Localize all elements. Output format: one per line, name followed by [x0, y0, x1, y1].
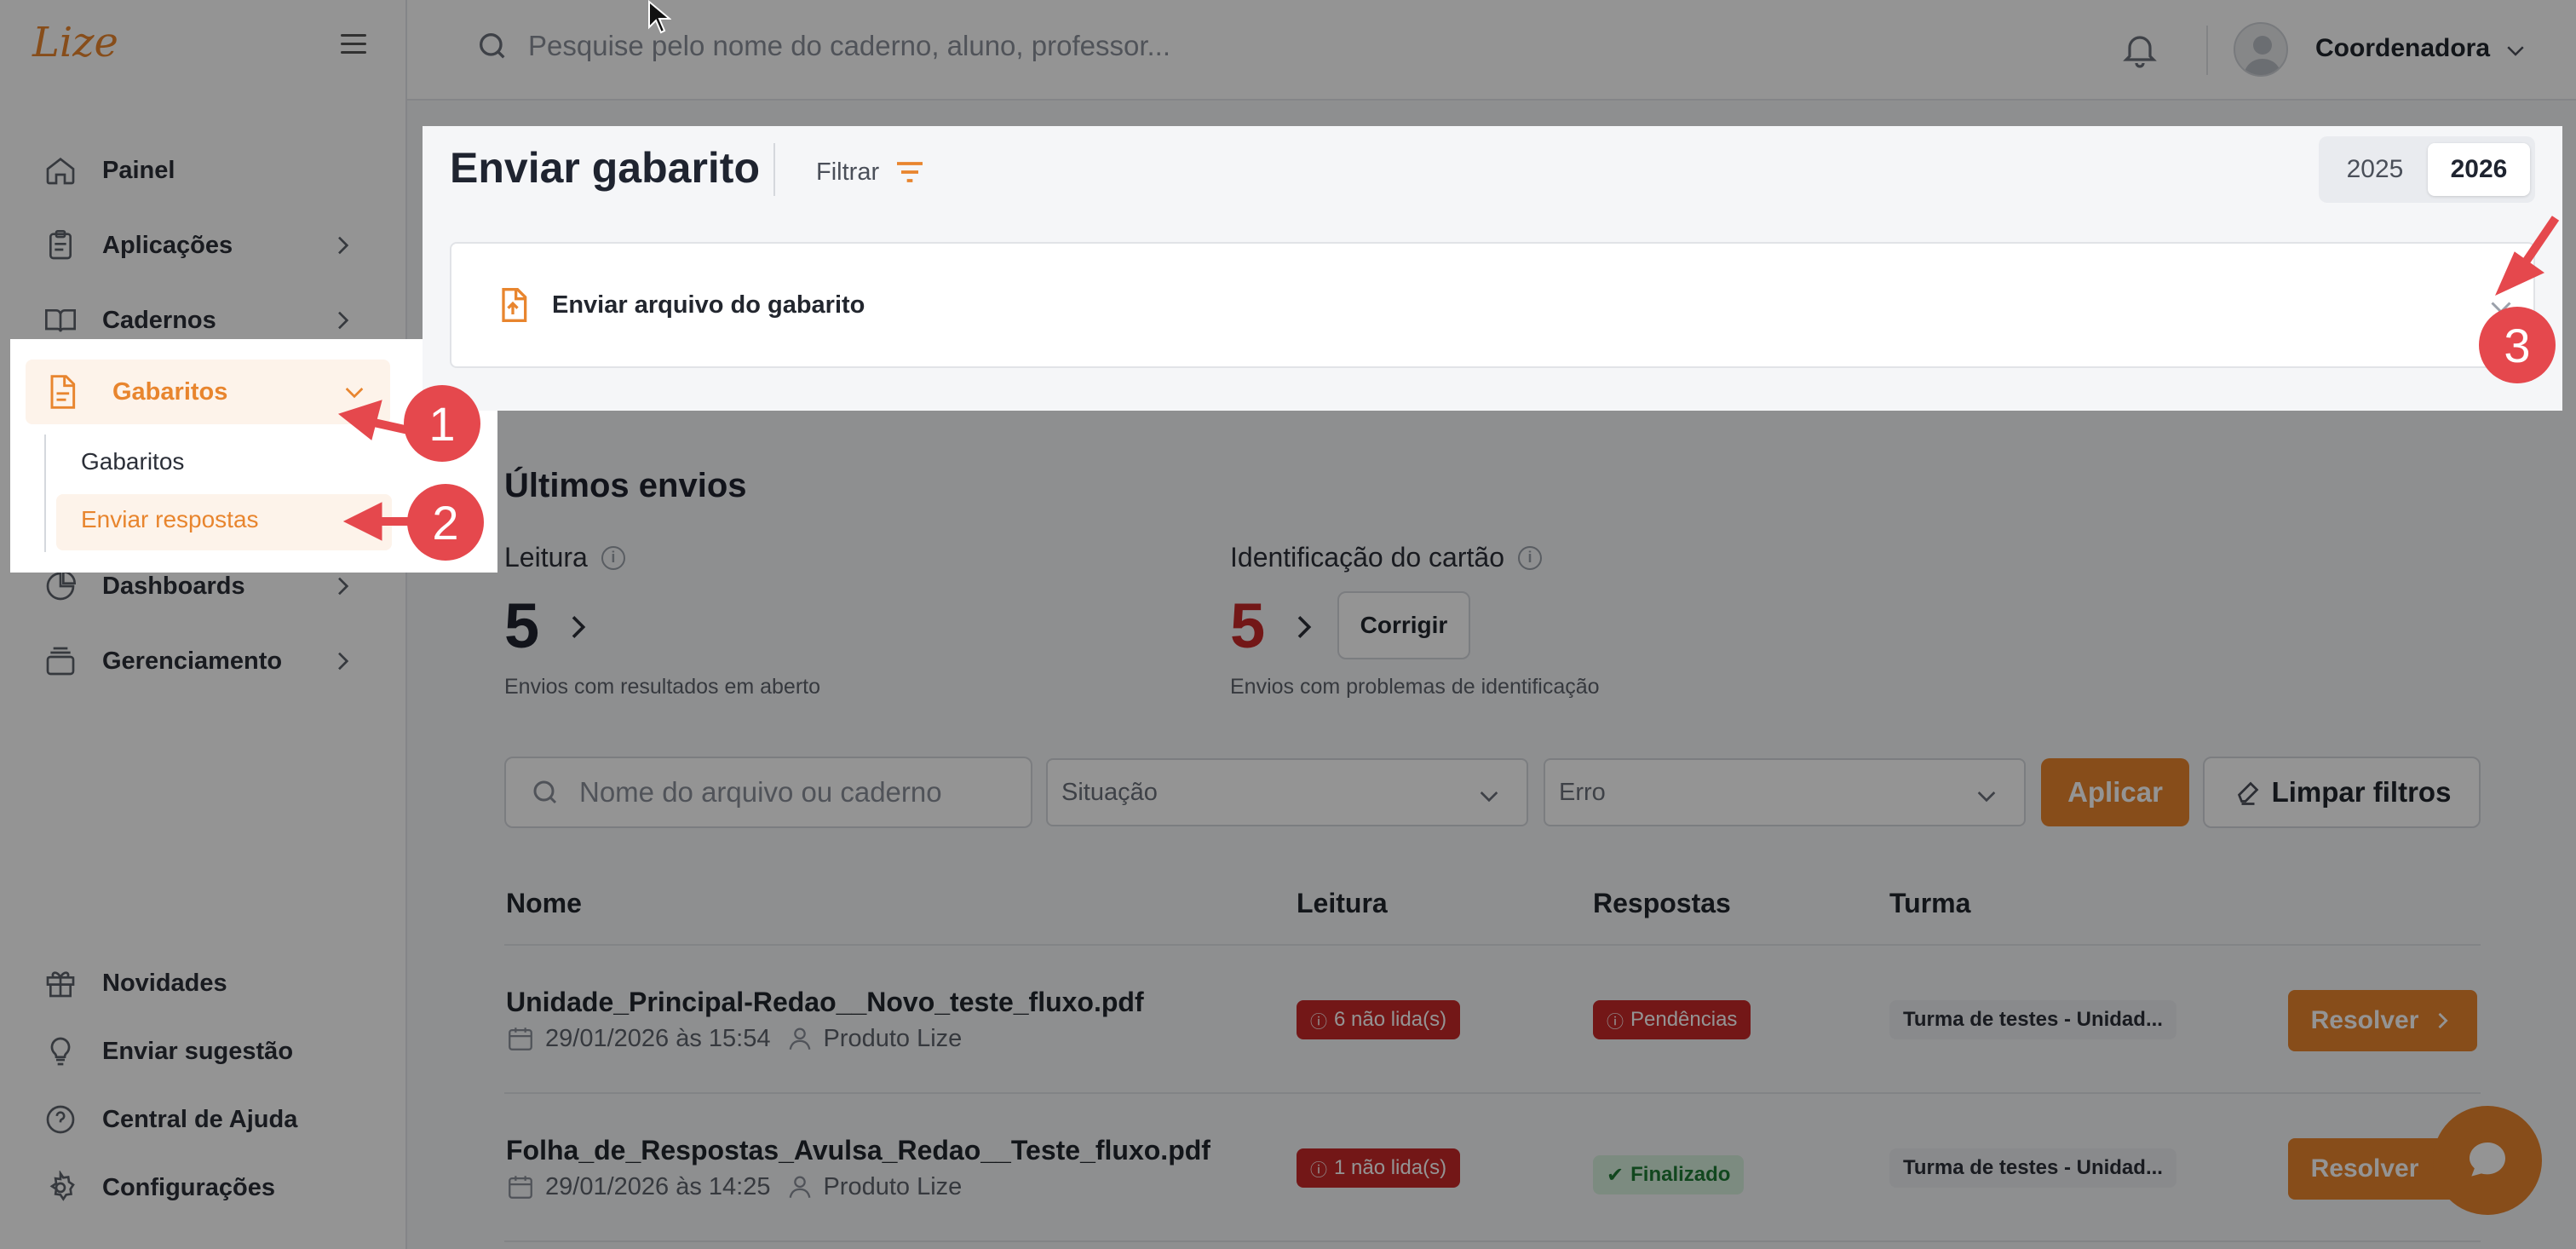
annotation-arrows — [337, 216, 2560, 541]
annotation-marker-3: 3 — [2479, 307, 2556, 383]
arrow-1 — [337, 400, 414, 440]
annotation-marker-2: 2 — [407, 484, 484, 561]
mouse-cursor-icon — [648, 0, 671, 34]
annotation-marker-1: 1 — [404, 385, 480, 462]
arrow-3 — [2495, 216, 2560, 296]
arrow-2 — [342, 502, 409, 541]
